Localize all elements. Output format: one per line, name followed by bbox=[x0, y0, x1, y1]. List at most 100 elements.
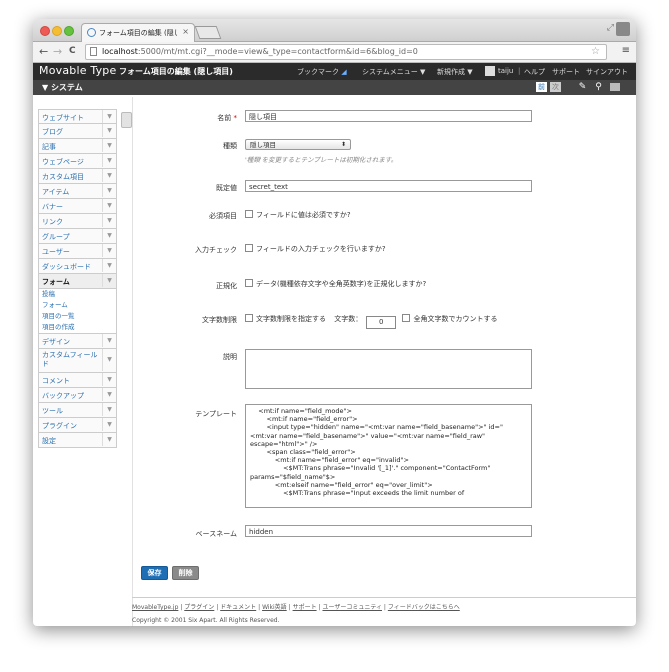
sidebar-item-customfield[interactable]: カスタムフィールド ▼ bbox=[38, 349, 117, 373]
description-textarea[interactable] bbox=[245, 349, 532, 389]
minimize-window-button[interactable] bbox=[52, 26, 62, 36]
expand-arrow-icon[interactable]: ▼ bbox=[102, 139, 116, 152]
maximize-window-button[interactable] bbox=[64, 26, 74, 36]
expand-arrow-icon[interactable]: ▼ bbox=[102, 349, 116, 371]
expand-arrow-icon[interactable]: ▼ bbox=[102, 154, 116, 167]
sidebar-item-website[interactable]: ウェブサイト ▼ bbox=[38, 109, 117, 124]
scope-selector[interactable]: ▼ システム bbox=[42, 82, 83, 93]
name-input[interactable]: 隠し項目 bbox=[245, 110, 532, 122]
close-window-button[interactable] bbox=[40, 26, 50, 36]
char-limit-checkbox[interactable] bbox=[245, 314, 253, 322]
expand-arrow-icon[interactable]: ▼ bbox=[102, 388, 116, 401]
movable-type-logo[interactable]: Movable Type bbox=[39, 64, 116, 77]
next-button[interactable]: 次 bbox=[550, 82, 561, 92]
forward-icon[interactable]: → bbox=[53, 45, 62, 58]
sidebar-item-form[interactable]: フォーム ▼ bbox=[38, 274, 117, 289]
sidebar-item-link[interactable]: リンク ▼ bbox=[38, 214, 117, 229]
sidebar-item-tools[interactable]: ツール ▼ bbox=[38, 403, 117, 418]
back-icon[interactable]: ← bbox=[39, 45, 48, 58]
bookmark-star-icon[interactable]: ☆ bbox=[591, 46, 600, 57]
sidebar-item-label: バックアップ bbox=[42, 392, 84, 400]
sidebar-subitem-item-create[interactable]: 項目の作成 bbox=[38, 322, 117, 334]
tab-close-icon[interactable]: × bbox=[182, 27, 189, 36]
sidebar-item-custom-field[interactable]: カスタム項目 ▼ bbox=[38, 169, 117, 184]
basename-input[interactable]: hidden bbox=[245, 525, 532, 537]
required-checkbox[interactable] bbox=[245, 210, 253, 218]
input-check-checkbox[interactable] bbox=[245, 244, 253, 252]
sidebar-subitem-form[interactable]: フォーム bbox=[38, 300, 117, 311]
type-select[interactable]: 隠し項目 ⬍ bbox=[245, 139, 351, 150]
save-button[interactable]: 保存 bbox=[141, 566, 168, 580]
search-icon[interactable]: ⚲ bbox=[593, 82, 604, 92]
dashboard-icon[interactable] bbox=[610, 83, 620, 91]
sidebar-item-blog[interactable]: ブログ ▼ bbox=[38, 124, 117, 139]
normalize-row[interactable]: データ(機種依存文字や全角英数字)を正規化しますか? bbox=[245, 279, 426, 289]
bookmark-menu[interactable]: ブックマーク ◢ bbox=[297, 67, 347, 77]
sidebar-item-comment[interactable]: コメント ▼ bbox=[38, 373, 117, 388]
expand-arrow-icon[interactable]: ▼ bbox=[102, 418, 116, 431]
sidebar-item-backup[interactable]: バックアップ ▼ bbox=[38, 388, 117, 403]
help-link[interactable]: ヘルプ bbox=[524, 67, 545, 77]
footer-link-support[interactable]: サポート bbox=[293, 604, 317, 611]
sidebar-item-dashboard[interactable]: ダッシュボード ▼ bbox=[38, 259, 117, 274]
sidebar-item-group[interactable]: グループ ▼ bbox=[38, 229, 117, 244]
default-value-input[interactable]: secret_text bbox=[245, 180, 532, 192]
expand-arrow-icon[interactable]: ▼ bbox=[102, 244, 116, 257]
expand-arrow-icon[interactable]: ▼ bbox=[102, 214, 116, 227]
expand-arrow-icon[interactable]: ▼ bbox=[102, 373, 116, 386]
footer-link-docs[interactable]: ドキュメント bbox=[220, 604, 256, 611]
sidebar-toggle-tab[interactable] bbox=[121, 112, 132, 128]
user-avatar[interactable] bbox=[485, 66, 495, 76]
fullwidth-checkbox[interactable] bbox=[402, 314, 411, 322]
char-count-input[interactable]: 0 bbox=[366, 316, 397, 329]
sidebar-item-page[interactable]: ウェブページ ▼ bbox=[38, 154, 117, 169]
sidebar-item-entry[interactable]: 記事 ▼ bbox=[38, 139, 117, 154]
footer-link-wiki[interactable]: Wiki英語 bbox=[262, 604, 287, 611]
system-menu[interactable]: システムメニュー ▼ bbox=[362, 67, 425, 77]
expand-arrow-icon[interactable]: ▼ bbox=[102, 169, 116, 182]
expand-arrow-icon[interactable]: ▼ bbox=[102, 184, 116, 197]
footer-link-feedback[interactable]: フィードバックはこちらへ bbox=[388, 604, 460, 611]
reload-icon[interactable]: C bbox=[69, 46, 76, 56]
browser-user-icon[interactable] bbox=[616, 22, 630, 36]
url-input[interactable]: localhost:5000/mt/mt.cgi?__mode=view&_ty… bbox=[85, 44, 607, 60]
sidebar-item-user[interactable]: ユーザー ▼ bbox=[38, 244, 117, 259]
browser-menu-icon[interactable]: ≡ bbox=[622, 45, 630, 56]
expand-arrow-icon[interactable]: ▼ bbox=[102, 274, 116, 287]
sidebar-item-label: 設定 bbox=[42, 437, 56, 445]
footer-link-movabletype[interactable]: MovableType.jp bbox=[132, 604, 178, 611]
input-check-row[interactable]: フィールドの入力チェックを行いますか? bbox=[245, 244, 386, 254]
expand-arrow-icon[interactable]: ▼ bbox=[102, 229, 116, 242]
footer-link-plugins[interactable]: プラグイン bbox=[184, 604, 214, 611]
sidebar-item-banner[interactable]: バナー ▼ bbox=[38, 199, 117, 214]
expand-arrow-icon[interactable]: ▼ bbox=[102, 199, 116, 212]
expand-arrow-icon[interactable]: ▼ bbox=[102, 403, 116, 416]
edit-icon[interactable]: ✎ bbox=[577, 82, 588, 92]
sidebar-subitem-post[interactable]: 投稿 bbox=[38, 289, 117, 300]
expand-arrow-icon[interactable]: ▼ bbox=[102, 259, 116, 272]
expand-arrow-icon[interactable]: ▼ bbox=[102, 433, 116, 446]
sidebar-item-label: ツール bbox=[42, 407, 63, 415]
fullscreen-icon[interactable]: ⤢ bbox=[607, 23, 614, 33]
prev-button[interactable]: 前 bbox=[536, 82, 547, 92]
browser-tab[interactable]: フォーム項目の編集 (隠し項 × bbox=[81, 23, 195, 42]
sidebar-item-item[interactable]: アイテム ▼ bbox=[38, 184, 117, 199]
new-tab-button[interactable] bbox=[194, 26, 222, 39]
sidebar-item-design[interactable]: デザイン ▼ bbox=[38, 334, 117, 349]
new-menu[interactable]: 新規作成 ▼ bbox=[437, 67, 473, 77]
type-label: 種類 bbox=[223, 142, 237, 150]
sidebar-item-plugins[interactable]: プラグイン ▼ bbox=[38, 418, 117, 433]
template-textarea[interactable]: <mt:if name="field_mode"> <mt:if name="f… bbox=[245, 404, 532, 508]
support-link[interactable]: サポート bbox=[552, 67, 580, 77]
user-name[interactable]: taiju bbox=[498, 67, 513, 75]
expand-arrow-icon[interactable]: ▼ bbox=[102, 110, 116, 123]
expand-arrow-icon[interactable]: ▼ bbox=[102, 124, 116, 137]
sidebar-item-settings[interactable]: 設定 ▼ bbox=[38, 433, 117, 448]
signout-link[interactable]: サインアウト bbox=[586, 67, 628, 77]
required-checkbox-row[interactable]: フィールドに値は必須ですか? bbox=[245, 210, 351, 220]
expand-arrow-icon[interactable]: ▼ bbox=[102, 334, 116, 347]
footer-link-community[interactable]: ユーザーコミュニティ bbox=[322, 604, 382, 611]
sidebar-subitem-item-list[interactable]: 項目の一覧 bbox=[38, 311, 117, 322]
normalize-checkbox[interactable] bbox=[245, 279, 253, 287]
delete-button[interactable]: 削除 bbox=[172, 566, 199, 580]
